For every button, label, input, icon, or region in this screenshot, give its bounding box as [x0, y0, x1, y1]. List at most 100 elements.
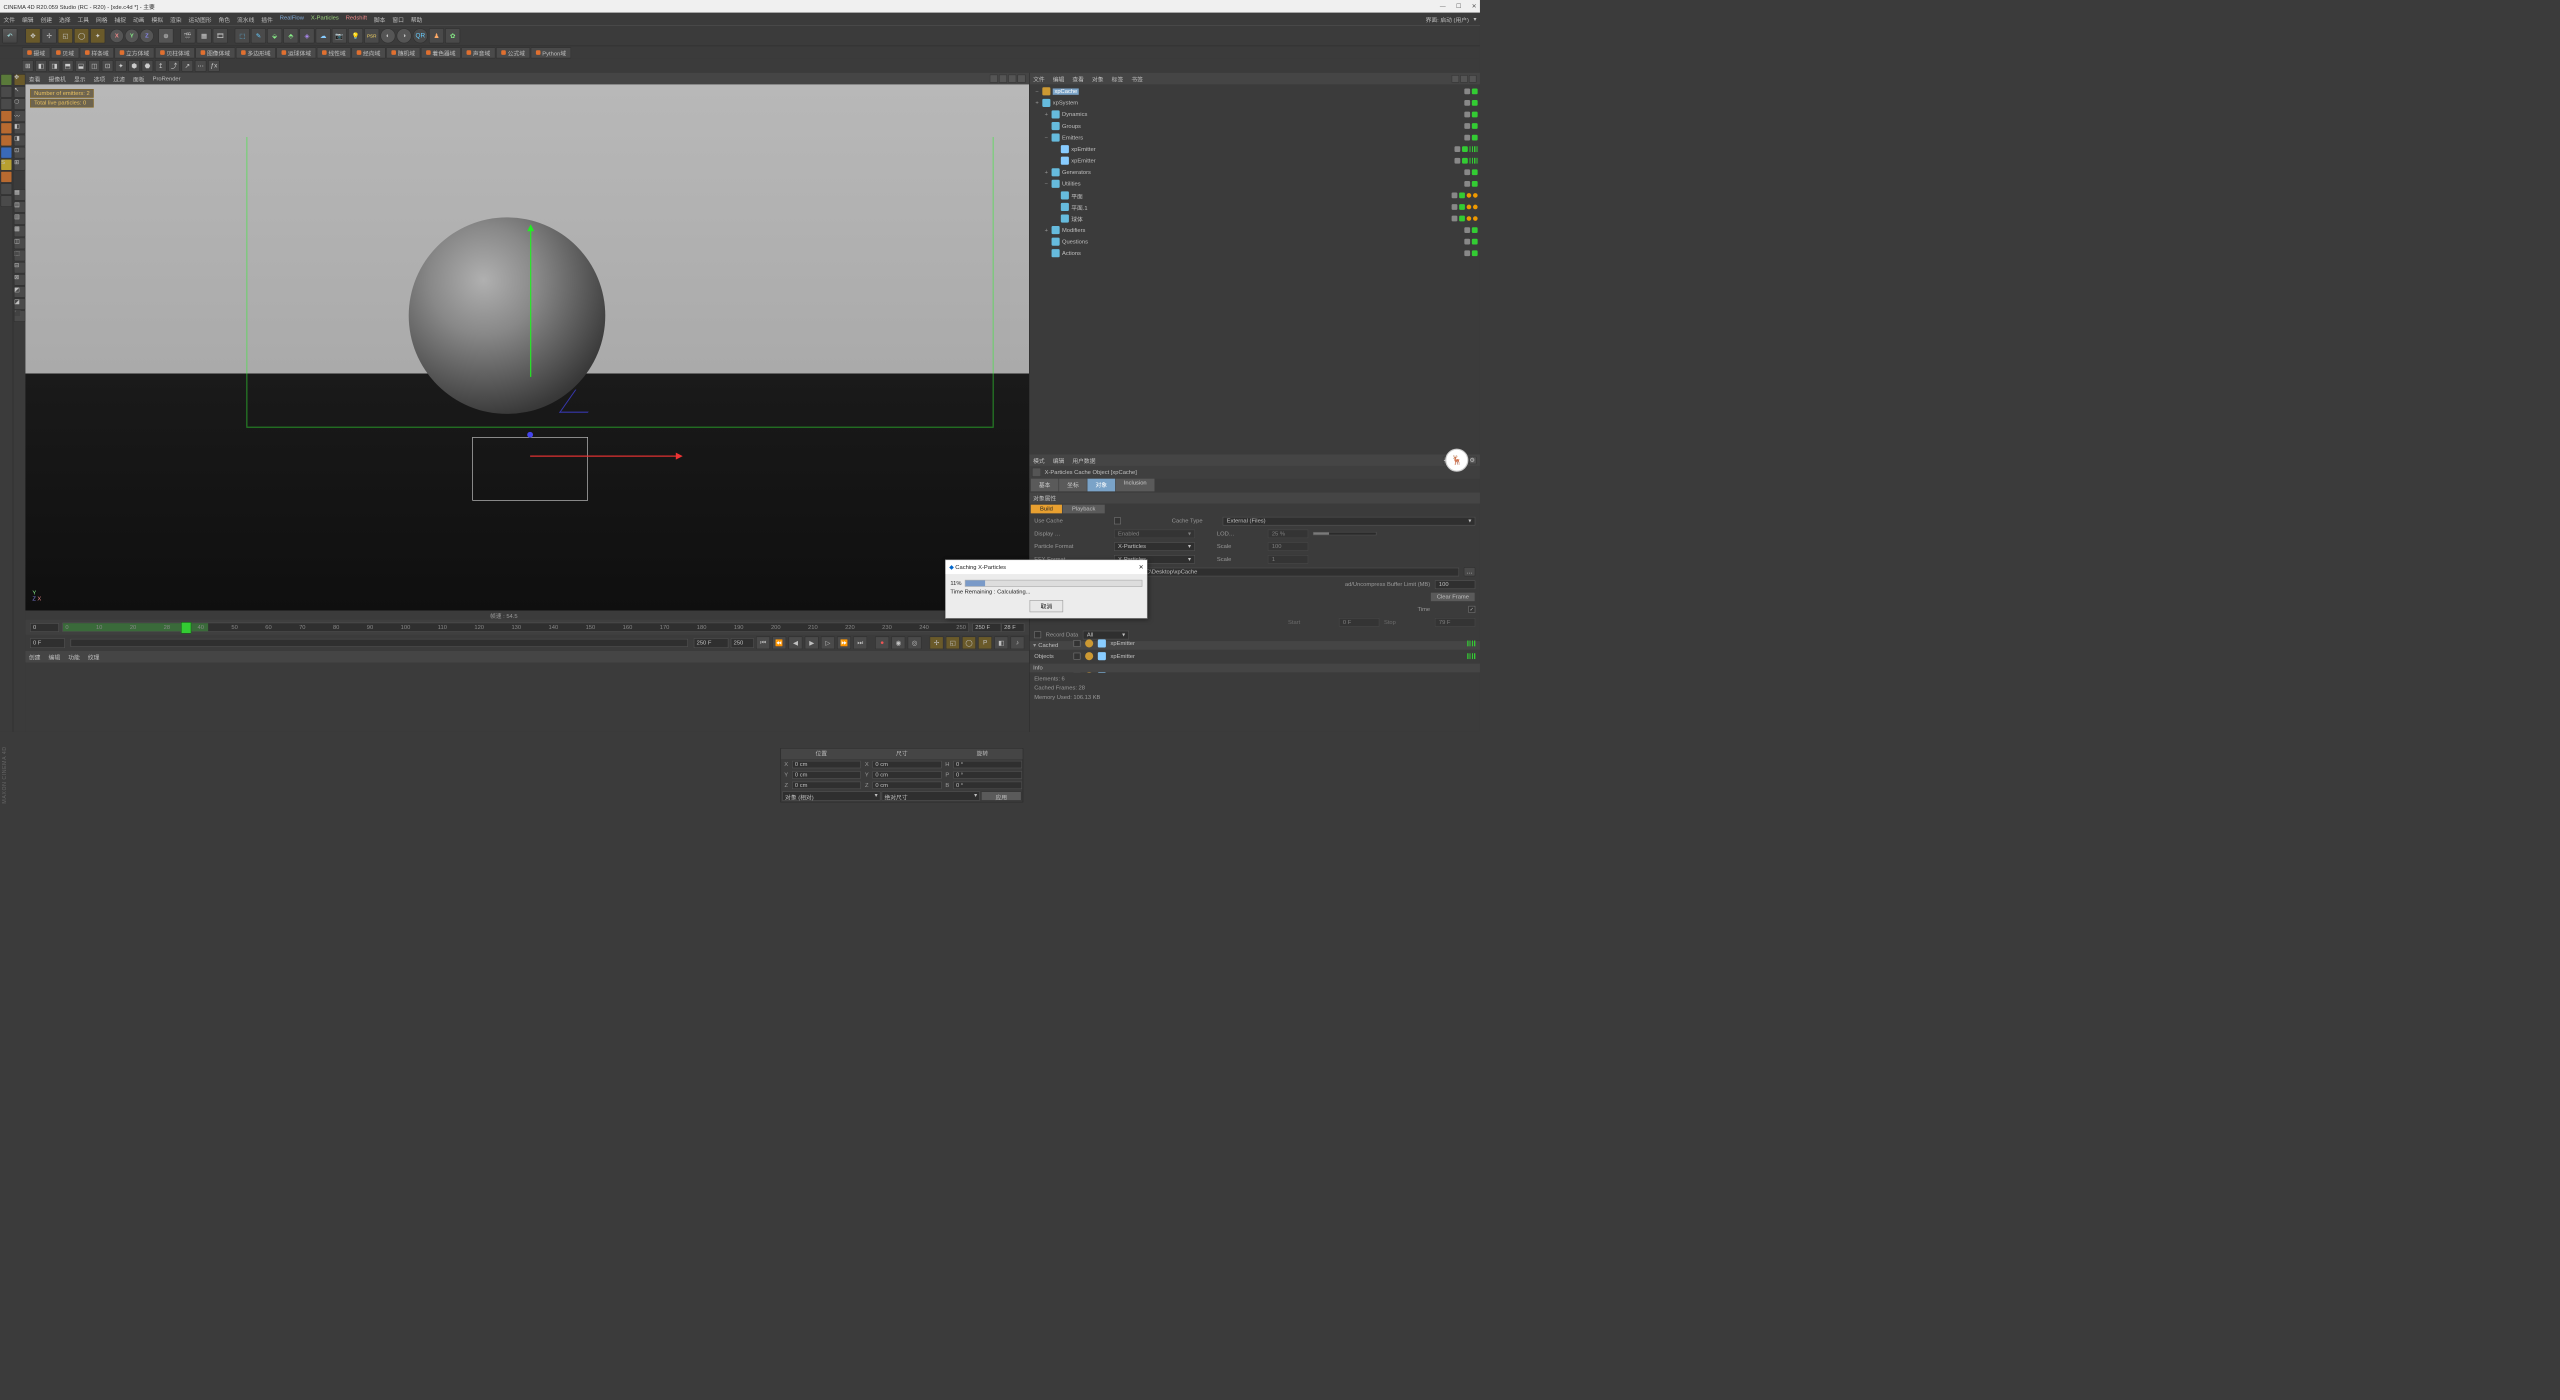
- coord-mode-drop[interactable]: 对象 (相对)▾: [782, 791, 880, 800]
- t3-1[interactable]: ⊞: [22, 60, 34, 72]
- tree-label[interactable]: Dynamics: [1062, 111, 1087, 117]
- vtool2-8[interactable]: ⊞: [14, 159, 26, 171]
- tag-g[interactable]: [1472, 169, 1478, 175]
- tree-expand-icon[interactable]: +: [1043, 111, 1049, 117]
- om-menu-2[interactable]: 查看: [1072, 74, 1084, 83]
- tree-row-4[interactable]: − Emitters: [1032, 132, 1478, 144]
- tag-g[interactable]: [1472, 239, 1478, 245]
- tag-or[interactable]: [1473, 216, 1478, 221]
- tag-bars[interactable]: [1470, 158, 1478, 164]
- menu-pipeline[interactable]: 流水线: [237, 15, 254, 24]
- gizmo-x-axis[interactable]: [530, 455, 680, 456]
- nurbs-icon[interactable]: ⬙: [267, 28, 282, 43]
- vtool2-7[interactable]: ⊡: [14, 147, 26, 159]
- tag-or[interactable]: [1467, 205, 1472, 210]
- coord-size-drop[interactable]: 绝对尺寸▾: [882, 791, 980, 800]
- num-lod[interactable]: 25 %: [1268, 529, 1308, 538]
- rot-Z[interactable]: 0 °: [953, 781, 1022, 789]
- tree-label[interactable]: Emitters: [1062, 134, 1083, 140]
- tree-row-0[interactable]: − xpCache: [1032, 86, 1478, 98]
- t3-8[interactable]: ✦: [115, 60, 127, 72]
- menu-plugins[interactable]: 插件: [261, 15, 273, 24]
- pos-Z[interactable]: 0 cm: [792, 781, 861, 789]
- vp-menu-2[interactable]: 显示: [74, 74, 86, 83]
- range-end[interactable]: 250 F: [694, 638, 729, 648]
- axis-x-toggle[interactable]: X: [110, 29, 124, 43]
- timeline-ruler[interactable]: 0 01020284050607080901001101201301401501…: [25, 620, 1029, 635]
- menu-snap[interactable]: 捕捉: [114, 15, 126, 24]
- vtool-poly-icon[interactable]: [1, 135, 13, 147]
- menu-create[interactable]: 创建: [40, 15, 52, 24]
- tag-g[interactable]: [1459, 204, 1465, 210]
- tag-gr[interactable]: [1464, 135, 1470, 141]
- goto-start-button[interactable]: ⏮: [756, 636, 770, 649]
- axis-y-toggle[interactable]: Y: [125, 29, 139, 43]
- deformer-icon[interactable]: ◈: [299, 28, 314, 43]
- tree-label[interactable]: xpCache: [1053, 88, 1079, 94]
- size-Y[interactable]: 0 cm: [873, 771, 942, 779]
- psr-icon[interactable]: PSR: [364, 28, 379, 43]
- vtool2-9[interactable]: ▦: [14, 189, 26, 201]
- field-tab-11[interactable]: 着色器域: [421, 47, 461, 58]
- tag-gr[interactable]: [1464, 250, 1470, 256]
- vp-nav-3[interactable]: [1008, 75, 1016, 83]
- t3-9[interactable]: ⬢: [128, 60, 140, 72]
- btn-clear-frame[interactable]: Clear Frame: [1430, 592, 1475, 602]
- close-icon[interactable]: ✕: [1472, 3, 1477, 9]
- field-tab-8[interactable]: 线性域: [317, 47, 351, 58]
- mat-tab-1[interactable]: 编辑: [49, 652, 61, 661]
- vtool2-15[interactable]: ⊟: [14, 262, 26, 274]
- tree-label[interactable]: 平面: [1071, 191, 1083, 200]
- tree-label[interactable]: Utilities: [1062, 181, 1081, 187]
- field-tab-6[interactable]: 多边形域: [236, 47, 276, 58]
- vtool2-16[interactable]: ⊠: [14, 274, 26, 286]
- tag-gr[interactable]: [1454, 146, 1460, 152]
- pos-Y[interactable]: 0 cm: [792, 771, 861, 779]
- num-scale1[interactable]: 100: [1268, 542, 1308, 551]
- om-menu-1[interactable]: 编辑: [1053, 74, 1065, 83]
- cached-chk[interactable]: [1074, 640, 1081, 647]
- t3-10[interactable]: ⬣: [142, 60, 154, 72]
- vtool2-14[interactable]: ⬚: [14, 250, 26, 262]
- tree-label[interactable]: 平面.1: [1071, 203, 1087, 212]
- render-view-button[interactable]: 🎬: [180, 28, 195, 43]
- last-tool[interactable]: ✦: [90, 28, 105, 43]
- tag3-icon[interactable]: QR: [413, 28, 428, 43]
- menu-file[interactable]: 文件: [3, 15, 15, 24]
- menu-mesh[interactable]: 网格: [96, 15, 108, 24]
- tree-expand-icon[interactable]: −: [1043, 134, 1049, 140]
- menu-xparticles[interactable]: X-Particles: [311, 15, 339, 24]
- menu-edit[interactable]: 编辑: [22, 15, 34, 24]
- om-menu-4[interactable]: 标签: [1112, 74, 1124, 83]
- gizmo-origin[interactable]: [527, 432, 533, 438]
- timeline-end-field[interactable]: 250 F: [972, 623, 1001, 632]
- light-icon[interactable]: 💡: [348, 28, 363, 43]
- field-tab-7[interactable]: 运球体域: [276, 47, 316, 58]
- render-settings-button[interactable]: 🎞: [213, 28, 228, 43]
- t3-6[interactable]: ◫: [88, 60, 100, 72]
- render-region-button[interactable]: ▦: [197, 28, 212, 43]
- tag-gr[interactable]: [1464, 181, 1470, 187]
- vp-menu-4[interactable]: 过滤: [113, 74, 125, 83]
- t3-11[interactable]: ↥: [155, 60, 167, 72]
- menu-select[interactable]: 选择: [59, 15, 71, 24]
- menu-window[interactable]: 窗口: [392, 15, 404, 24]
- tree-expand-icon[interactable]: −: [1034, 88, 1040, 94]
- field-tab-0[interactable]: 摄域: [22, 47, 50, 58]
- tag-g[interactable]: [1472, 123, 1478, 129]
- tag-g[interactable]: [1462, 158, 1468, 164]
- vtool-snap-icon[interactable]: S: [1, 159, 13, 171]
- t3-2[interactable]: ◧: [35, 60, 47, 72]
- field-tab-10[interactable]: 随机域: [386, 47, 420, 58]
- size-X[interactable]: 0 cm: [873, 760, 942, 768]
- mat-tab-3[interactable]: 纹理: [88, 652, 100, 661]
- tree-expand-icon[interactable]: +: [1043, 169, 1049, 175]
- primitive-cube-icon[interactable]: ⬚: [235, 28, 250, 43]
- vtool-texture-icon[interactable]: [1, 98, 13, 110]
- tag-g[interactable]: [1472, 100, 1478, 106]
- field-tab-3[interactable]: 立方体域: [114, 47, 154, 58]
- attr-tab-2[interactable]: 对象: [1087, 479, 1115, 492]
- field-tab-12[interactable]: 声音域: [461, 47, 495, 58]
- tag-bars[interactable]: [1470, 146, 1478, 152]
- tag-gr[interactable]: [1464, 227, 1470, 233]
